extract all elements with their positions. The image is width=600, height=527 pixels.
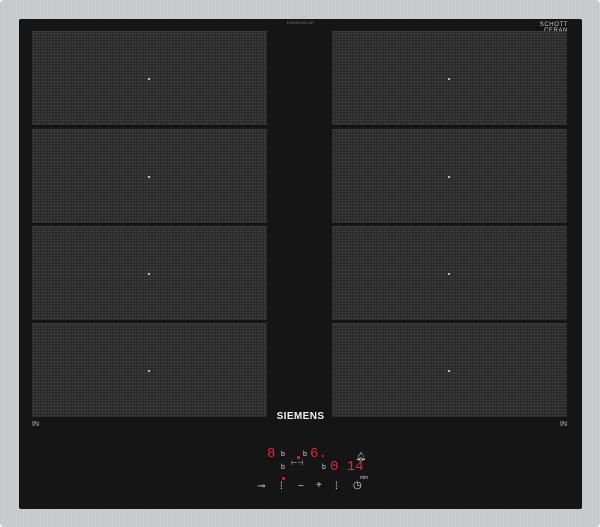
plus-button[interactable]: +: [316, 481, 322, 491]
zone-marker: [448, 273, 450, 275]
cooking-zone-left-2[interactable]: [32, 129, 267, 223]
key-lock-icon[interactable]: ⊸: [257, 482, 265, 492]
right-power-level: 6.: [310, 446, 327, 462]
cooking-zone-left-4[interactable]: [32, 323, 267, 417]
zone-marker: [448, 78, 450, 80]
bell-icon[interactable]: 🔔︎: [356, 452, 366, 462]
cooking-zone-left-3[interactable]: [32, 226, 267, 320]
flex-zone-icon: ⊢⊣: [291, 460, 304, 467]
right-flag: b: [303, 451, 307, 458]
minus-button[interactable]: −: [298, 482, 304, 492]
zone-marker: [148, 78, 150, 80]
right-in-label: IN: [560, 421, 567, 428]
left-in-label: IN: [32, 421, 39, 428]
timer-display: 0 14: [330, 459, 364, 475]
model-number: EX645HXC1E: [286, 20, 315, 25]
cooking-zone-right-2[interactable]: [332, 129, 567, 223]
zone-marker: [148, 273, 150, 275]
indicator-dot: [297, 456, 300, 459]
stainless-frame: EX645HXC1E SCHOTT CERAN IN IN SIEMENS 8 …: [0, 0, 600, 527]
cooking-zone-right-1[interactable]: [332, 31, 567, 125]
cooking-zone-right-3[interactable]: [332, 226, 567, 320]
control-panel: 8 b ⊢⊣ b b 6. b 0 14 min 🔔︎ ⊸ ⁞ − + ⁞ ◷: [247, 444, 368, 506]
left-flag-lower: b: [281, 464, 285, 471]
zone-marker: [448, 370, 450, 372]
brand-logo: SIEMENS: [276, 411, 325, 422]
zone-marker: [448, 176, 450, 178]
cooking-zone-right-4[interactable]: [332, 323, 567, 417]
zone-marker: [148, 176, 150, 178]
zone-select-right-button[interactable]: ⁞: [335, 482, 338, 492]
left-power-level: 8: [267, 446, 276, 462]
ceran-glass: EX645HXC1E SCHOTT CERAN IN IN SIEMENS 8 …: [19, 19, 582, 509]
left-flag: b: [281, 451, 285, 458]
clock-icon[interactable]: ◷: [353, 481, 362, 491]
zone-select-indicator: [282, 477, 285, 480]
zone-marker: [148, 370, 150, 372]
right-flag-lower: b: [322, 464, 326, 471]
zone-select-left-button[interactable]: ⁞: [280, 482, 283, 492]
cooking-zone-left-1[interactable]: [32, 31, 267, 125]
